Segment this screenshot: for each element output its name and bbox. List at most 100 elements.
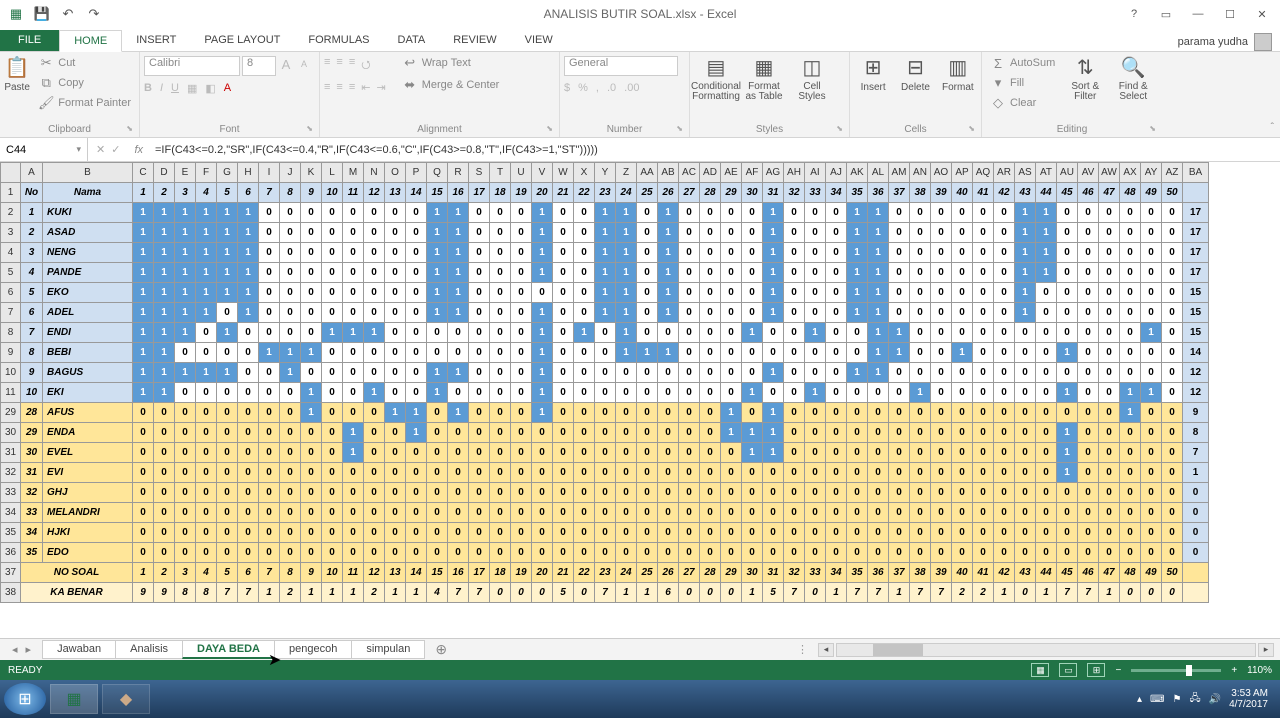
- cell[interactable]: 1: [301, 583, 322, 603]
- cell[interactable]: 0: [1057, 403, 1078, 423]
- cell[interactable]: 0: [469, 323, 490, 343]
- cell[interactable]: 0: [784, 303, 805, 323]
- cell[interactable]: 0: [154, 423, 175, 443]
- cell[interactable]: 0: [826, 403, 847, 423]
- cell[interactable]: 9: [301, 563, 322, 583]
- col-header[interactable]: A: [21, 163, 43, 183]
- cell[interactable]: 0: [385, 543, 406, 563]
- cell[interactable]: 0: [973, 523, 994, 543]
- cell[interactable]: 1: [763, 263, 784, 283]
- cell[interactable]: 0: [301, 323, 322, 343]
- cell[interactable]: 0: [280, 423, 301, 443]
- cell[interactable]: 1: [532, 203, 553, 223]
- cell[interactable]: 1: [868, 303, 889, 323]
- cell[interactable]: 0: [1162, 443, 1183, 463]
- cell[interactable]: 0: [1162, 503, 1183, 523]
- cell[interactable]: 0: [994, 263, 1015, 283]
- cell[interactable]: 0: [1078, 383, 1099, 403]
- cell[interactable]: 0: [280, 443, 301, 463]
- cell[interactable]: 1: [868, 203, 889, 223]
- cell[interactable]: 0: [826, 203, 847, 223]
- col-header[interactable]: N: [364, 163, 385, 183]
- cell[interactable]: 0: [553, 483, 574, 503]
- cell[interactable]: 0: [511, 343, 532, 363]
- cell[interactable]: 0: [1015, 443, 1036, 463]
- cell[interactable]: 0: [1141, 583, 1162, 603]
- cell[interactable]: 0: [721, 503, 742, 523]
- cell[interactable]: 0: [616, 483, 637, 503]
- cell[interactable]: 0: [406, 383, 427, 403]
- cell[interactable]: 0: [952, 303, 973, 323]
- cell[interactable]: 0: [469, 223, 490, 243]
- cell[interactable]: 0: [490, 443, 511, 463]
- cell[interactable]: 0: [826, 263, 847, 283]
- cell[interactable]: 0: [1015, 423, 1036, 443]
- cell[interactable]: 0: [238, 383, 259, 403]
- cell[interactable]: 0: [1015, 483, 1036, 503]
- cell[interactable]: EVI: [43, 463, 133, 483]
- cell[interactable]: 0: [805, 363, 826, 383]
- cell[interactable]: 0: [1099, 283, 1120, 303]
- cell[interactable]: 0: [931, 383, 952, 403]
- cell[interactable]: 0: [931, 503, 952, 523]
- row-header[interactable]: 11: [1, 383, 21, 403]
- cell[interactable]: 1: [616, 263, 637, 283]
- cell[interactable]: 0: [553, 243, 574, 263]
- cell[interactable]: 0: [280, 243, 301, 263]
- cell[interactable]: 1: [175, 263, 196, 283]
- col-header[interactable]: Z: [616, 163, 637, 183]
- cell[interactable]: 1: [532, 343, 553, 363]
- cell[interactable]: 15: [427, 563, 448, 583]
- row-header[interactable]: 8: [1, 323, 21, 343]
- cell[interactable]: 0: [637, 503, 658, 523]
- format-painter-button[interactable]: 🖌Format Painter: [34, 94, 135, 112]
- cell[interactable]: 0: [1099, 383, 1120, 403]
- cell[interactable]: 1: [1141, 323, 1162, 343]
- cell[interactable]: 0: [1099, 503, 1120, 523]
- cell[interactable]: 0: [385, 283, 406, 303]
- cell[interactable]: 1: [532, 323, 553, 343]
- cell[interactable]: 0: [994, 403, 1015, 423]
- cell[interactable]: 0: [973, 283, 994, 303]
- row-header[interactable]: 32: [1, 463, 21, 483]
- cell[interactable]: 15: [1183, 303, 1209, 323]
- cell[interactable]: 30: [21, 443, 43, 463]
- cell[interactable]: 1: [763, 403, 784, 423]
- cell[interactable]: 1: [532, 403, 553, 423]
- cell[interactable]: 0: [805, 263, 826, 283]
- cell[interactable]: 0: [1036, 343, 1057, 363]
- cell[interactable]: 1: [154, 323, 175, 343]
- cell[interactable]: 0: [679, 383, 700, 403]
- cell[interactable]: 1: [217, 263, 238, 283]
- cell[interactable]: BAGUS: [43, 363, 133, 383]
- cell[interactable]: 0: [868, 483, 889, 503]
- cell[interactable]: 0: [1162, 383, 1183, 403]
- cell[interactable]: 0: [910, 343, 931, 363]
- col-header[interactable]: AC: [679, 163, 700, 183]
- cell[interactable]: 0: [868, 523, 889, 543]
- cell[interactable]: 0: [973, 443, 994, 463]
- cell[interactable]: 0: [973, 343, 994, 363]
- wrap-text-button[interactable]: ↩Wrap Text: [398, 54, 504, 72]
- cell[interactable]: 0: [889, 203, 910, 223]
- cell[interactable]: 0: [763, 463, 784, 483]
- cell[interactable]: 0: [637, 243, 658, 263]
- cell[interactable]: GHJ: [43, 483, 133, 503]
- cell[interactable]: 0: [1141, 343, 1162, 363]
- cell[interactable]: 1: [133, 263, 154, 283]
- cell[interactable]: 0: [469, 303, 490, 323]
- cell[interactable]: 0: [1036, 463, 1057, 483]
- cell[interactable]: 0: [574, 283, 595, 303]
- cell[interactable]: 0: [679, 323, 700, 343]
- cell[interactable]: 0: [931, 443, 952, 463]
- cell[interactable]: 1: [154, 383, 175, 403]
- col-header[interactable]: J: [280, 163, 301, 183]
- cell[interactable]: 0: [301, 503, 322, 523]
- cell[interactable]: 28: [700, 563, 721, 583]
- cell[interactable]: 5: [553, 583, 574, 603]
- cell[interactable]: 0: [637, 423, 658, 443]
- cell[interactable]: 1: [763, 363, 784, 383]
- cell[interactable]: 0: [889, 303, 910, 323]
- cell[interactable]: 0: [448, 323, 469, 343]
- cell[interactable]: 0: [511, 203, 532, 223]
